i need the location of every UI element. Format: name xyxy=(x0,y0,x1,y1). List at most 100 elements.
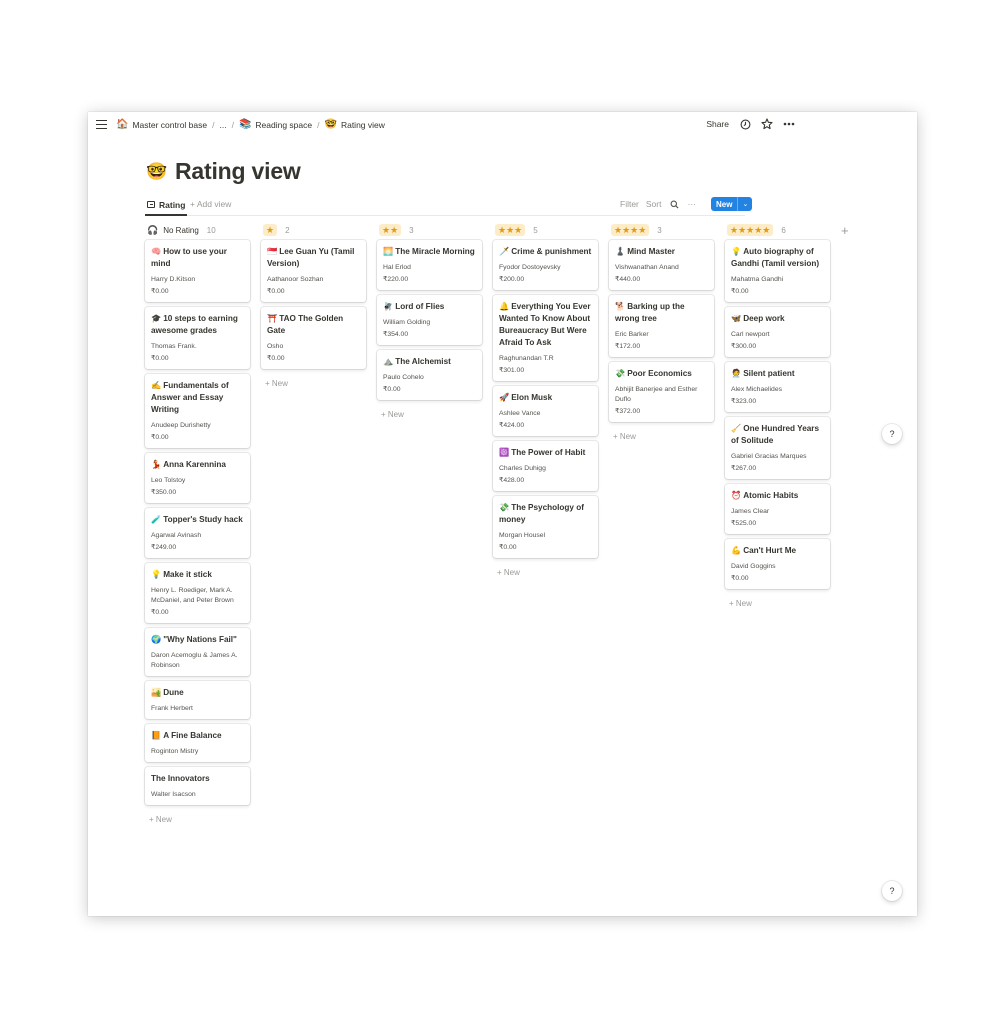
book-card[interactable]: 🗡️ Crime & punishment Fyodor Dostoyevsky ₹2… xyxy=(493,240,598,290)
breadcrumb-ellipsis[interactable]: ... xyxy=(219,120,226,130)
card-title: 🔔 Everything You Ever Wanted To Know Abou… xyxy=(499,301,592,349)
board: 🎧 No Rating 10 🧠 How to use your mind Harry D… xyxy=(145,223,861,829)
book-card[interactable]: 🪰 Lord of Flies William Golding ₹354.00 xyxy=(377,295,482,345)
book-card[interactable]: 💸 Poor Economics Abhijit Banerjee and Esth… xyxy=(609,362,714,422)
chevron-down-icon[interactable]: ⌄ xyxy=(737,197,753,211)
card-title-text: Lee Guan Yu (Tamil Version) xyxy=(267,247,355,268)
card-price: ₹200.00 xyxy=(499,276,525,283)
book-card[interactable]: 💡 Make it stick Henry L. Roediger, Mark A.… xyxy=(145,563,250,623)
card-emoji-icon: ⏰ xyxy=(731,491,742,500)
board-column: ★★★ 5 🗡️ Crime & punishment Fyodor Dostoyevs… xyxy=(493,223,598,829)
column-header[interactable]: ★★★★ 3 xyxy=(609,223,714,237)
book-card[interactable]: 💡 Auto biography of Gandhi (Tamil version… xyxy=(725,240,830,302)
new-button-label[interactable]: New xyxy=(710,197,738,211)
book-card[interactable]: 🦋 Deep work Carl newport ₹300.00 xyxy=(725,307,830,357)
book-card[interactable]: 🇸🇬 Lee Guan Yu (Tamil Version) Aathanoor S… xyxy=(261,240,366,302)
book-card[interactable]: ✍️ Fundamentals of Answer and Essay Writi… xyxy=(145,374,250,448)
book-card[interactable]: 💪 Can't Hurt Me David Goggins ₹0.00 xyxy=(725,539,830,589)
card-title: 💸 Poor Economics xyxy=(615,368,708,380)
new-button[interactable]: New ⌄ xyxy=(710,197,753,211)
card-title: 🇸🇬 Lee Guan Yu (Tamil Version) xyxy=(267,246,360,270)
clock-icon[interactable] xyxy=(739,118,751,130)
book-card[interactable]: The Innovators Walter Isacson xyxy=(145,767,250,805)
breadcrumb-reading-space[interactable]: 📚 Reading space xyxy=(239,119,312,130)
book-card[interactable]: 📙 A Fine Balance Roginton Mistry xyxy=(145,724,250,762)
page-title[interactable]: Rating view xyxy=(175,158,301,185)
book-card[interactable]: 🎓 10 steps to earning awesome grades Thoma… xyxy=(145,307,250,369)
card-author: Eric Barker xyxy=(615,331,649,338)
book-card[interactable]: ⏰ Atomic Habits James Clear ₹525.00 xyxy=(725,484,830,534)
book-card[interactable]: 🏜️ Dune Frank Herbert xyxy=(145,681,250,719)
view-more-button[interactable]: ··· xyxy=(687,199,696,209)
add-card-button[interactable]: + New xyxy=(377,405,482,424)
sort-button[interactable]: Sort xyxy=(646,199,662,209)
breadcrumb-master-control-base[interactable]: 🏠 Master control base xyxy=(116,119,207,130)
card-title-text: "Why Nations Fail" xyxy=(163,635,237,644)
breadcrumb-separator: / xyxy=(317,119,320,130)
add-group-icon[interactable]: + xyxy=(841,223,861,829)
page-icon[interactable]: 🤓 xyxy=(146,162,167,182)
column-stars: ★★★★★ xyxy=(727,224,774,236)
column-header[interactable]: ★★ 3 xyxy=(377,223,482,237)
add-card-button[interactable]: + New xyxy=(493,563,598,582)
card-title-text: Crime & punishment xyxy=(511,247,592,256)
card-title: The Innovators xyxy=(151,773,244,785)
book-card[interactable]: 🧪 Topper's Study hack Agarwal Avinash ₹249.… xyxy=(145,508,250,558)
card-title: 🧠 How to use your mind xyxy=(151,246,244,270)
help-button[interactable]: ? xyxy=(882,881,902,901)
card-emoji-icon: 💡 xyxy=(151,570,162,579)
card-price: ₹354.00 xyxy=(383,331,409,338)
more-icon[interactable] xyxy=(783,118,795,130)
help-button[interactable]: ? xyxy=(882,424,902,444)
card-price: ₹300.00 xyxy=(731,343,757,350)
book-card[interactable]: ⛩️ TAO The Golden Gate Osho ₹0.00 xyxy=(261,307,366,369)
card-title: 🗡️ Crime & punishment xyxy=(499,246,592,258)
card-emoji-icon: 🧹 xyxy=(731,424,742,433)
card-title: ♟️ Mind Master xyxy=(615,246,708,258)
column-header[interactable]: ★★★★★ 6 xyxy=(725,223,830,237)
book-card[interactable]: 💸 The Psychology of money Morgan Housel ₹0.… xyxy=(493,496,598,558)
search-icon[interactable] xyxy=(668,198,680,210)
books-icon: 📚 xyxy=(238,119,252,130)
card-price: ₹0.00 xyxy=(267,288,285,295)
card-title-text: Topper's Study hack xyxy=(163,515,243,524)
book-card[interactable]: ☸️ The Power of Habit Charles Duhigg ₹428.0… xyxy=(493,441,598,491)
add-card-button[interactable]: + New xyxy=(725,594,830,613)
card-author: James Clear xyxy=(731,508,770,515)
book-card[interactable]: 🌅 The Miracle Morning Hal Erlod ₹220.00 xyxy=(377,240,482,290)
book-card[interactable]: 🧹 One Hundred Years of Solitude Gabriel Gr… xyxy=(725,417,830,479)
column-header[interactable]: ★ 2 xyxy=(261,223,366,237)
board-column: ★★★★ 3 ♟️ Mind Master Vishwanathan Anand ₹440… xyxy=(609,223,714,829)
star-icon[interactable] xyxy=(761,118,773,130)
column-header[interactable]: ★★★ 5 xyxy=(493,223,598,237)
sidebar-menu-icon[interactable] xyxy=(96,120,107,130)
card-emoji-icon: ⛰️ xyxy=(383,357,394,366)
card-emoji-icon: 🧑‍⚕️ xyxy=(731,369,742,378)
book-card[interactable]: ♟️ Mind Master Vishwanathan Anand ₹440.00 xyxy=(609,240,714,290)
book-card[interactable]: 💃 Anna Karennina Leo Tolstoy ₹350.00 xyxy=(145,453,250,503)
book-card[interactable]: 🧑‍⚕️ Silent patient Alex Michaelides ₹323.0… xyxy=(725,362,830,412)
add-card-button[interactable]: + New xyxy=(145,810,250,829)
add-card-button[interactable]: + New xyxy=(261,374,366,393)
card-emoji-icon: ✍️ xyxy=(151,381,162,390)
card-title: 💡 Make it stick xyxy=(151,569,244,581)
breadcrumb-rating-view[interactable]: 🤓 Rating view xyxy=(325,119,385,130)
book-card[interactable]: 🔔 Everything You Ever Wanted To Know Abou… xyxy=(493,295,598,381)
tab-rating[interactable]: Rating xyxy=(145,195,188,216)
add-view-button[interactable]: + Add view xyxy=(190,199,231,209)
column-header[interactable]: 🎧 No Rating 10 xyxy=(145,223,250,237)
book-card[interactable]: 🚀 Elon Musk Ashlee Vance ₹424.00 xyxy=(493,386,598,436)
card-author: Carl newport xyxy=(731,331,770,338)
book-card[interactable]: ⛰️ The Alchemist Paulo Cohelo ₹0.00 xyxy=(377,350,482,400)
book-card[interactable]: 🌍 "Why Nations Fail" Daron Acemoglu & Jame… xyxy=(145,628,250,676)
book-card[interactable]: 🐕 Barking up the wrong tree Eric Barker ₹17… xyxy=(609,295,714,357)
filter-button[interactable]: Filter xyxy=(620,199,639,209)
card-author: Ashlee Vance xyxy=(499,410,541,417)
card-price: ₹440.00 xyxy=(615,276,641,283)
card-price: ₹0.00 xyxy=(731,575,749,582)
add-card-button[interactable]: + New xyxy=(609,427,714,446)
card-author: Mahatma Gandhi xyxy=(731,276,784,283)
card-title: ✍️ Fundamentals of Answer and Essay Writi… xyxy=(151,380,244,416)
book-card[interactable]: 🧠 How to use your mind Harry D.Kitson ₹0.00 xyxy=(145,240,250,302)
share-button[interactable]: Share xyxy=(706,119,729,129)
